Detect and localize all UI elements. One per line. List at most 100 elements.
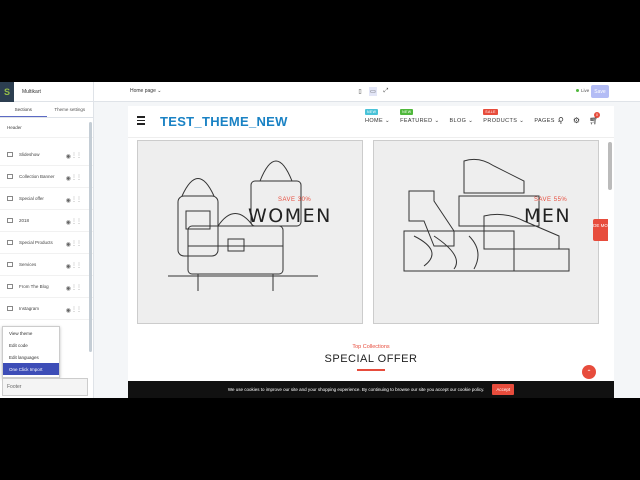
drag-handle-icon[interactable]: ⋮⋮ xyxy=(71,240,82,247)
chevron-down-icon: ⌄ xyxy=(519,118,525,124)
nav-label: FEATURED xyxy=(400,118,433,124)
chevron-down-icon: ⌄ xyxy=(157,88,162,94)
drag-handle-icon[interactable]: ⋮⋮ xyxy=(71,284,82,291)
sidebar-scrollbar[interactable] xyxy=(89,122,92,352)
nav-label: HOME xyxy=(365,118,384,124)
sidebar-tabs: Sections Theme settings xyxy=(0,102,93,118)
page-select-value: Home page xyxy=(130,88,156,94)
section-item-slideshow[interactable]: Slideshow ◉ ⋮⋮ xyxy=(0,144,93,166)
cart-count-badge: 0 xyxy=(594,112,600,118)
section-icon xyxy=(7,196,13,201)
search-icon[interactable]: ⚲ xyxy=(558,116,564,125)
nav-item-blog[interactable]: BLOG ⌄ xyxy=(449,118,473,124)
drag-handle-icon[interactable]: ⋮⋮ xyxy=(71,174,82,181)
nav-item-home[interactable]: NEW HOME ⌄ xyxy=(365,109,391,124)
drag-handle-icon[interactable]: ⋮⋮ xyxy=(71,262,82,269)
menu-item-view-theme[interactable]: View theme xyxy=(3,327,59,339)
page-select-dropdown[interactable]: Home page ⌄ xyxy=(130,88,161,94)
nav-label: BLOG xyxy=(449,118,467,124)
drag-handle-icon[interactable]: ⋮⋮ xyxy=(71,306,82,313)
section-item-instagram[interactable]: Instagram ◉ ⋮⋮ xyxy=(0,298,93,320)
nav-item-featured[interactable]: NEW FEATURED ⌄ xyxy=(400,109,440,124)
collection-banner-women[interactable]: SAVE 30% WOMEN xyxy=(137,140,363,324)
header-icons: ⚲ ⚙ 🛒︎ xyxy=(558,116,599,125)
chevron-down-icon: ⌄ xyxy=(434,118,440,124)
chevron-down-icon: ⌄ xyxy=(385,118,391,124)
chevron-down-icon: ⌄ xyxy=(468,118,474,124)
save-button[interactable]: Save xyxy=(591,85,609,98)
section-label: Services xyxy=(19,262,37,267)
section-icon xyxy=(7,152,13,157)
shopify-theme-editor: S Multikart Sections Theme settings Head… xyxy=(0,82,640,398)
section-icon xyxy=(7,174,13,179)
shoes-illustration xyxy=(403,158,570,272)
section-label: 2018 xyxy=(19,218,30,223)
nav-item-products[interactable]: SALE PRODUCTS ⌄ xyxy=(483,109,525,124)
section-label: Instagram xyxy=(19,306,40,311)
theme-actions-menu: View theme Edit code Edit languages One … xyxy=(2,326,60,378)
device-switcher: ▯ ▭ ⤢ xyxy=(356,87,390,96)
menu-item-edit-languages[interactable]: Edit languages xyxy=(3,351,59,363)
sidebar-footer-label: Footer xyxy=(7,384,22,390)
banner-discount: SAVE 55% xyxy=(534,197,568,203)
sidebar-header: S Multikart xyxy=(0,82,93,102)
drag-handle-icon[interactable]: ⋮⋮ xyxy=(71,152,82,159)
chevron-up-icon: ⌃ xyxy=(586,369,592,376)
nav-badge: SALE xyxy=(483,109,498,115)
section-item-from-the-blog[interactable]: From The Blog ◉ ⋮⋮ xyxy=(0,276,93,298)
section-title: SPECIAL OFFER xyxy=(324,353,418,365)
section-label: Special offer xyxy=(19,196,44,201)
section-item-special-offer[interactable]: Special offer ◉ ⋮⋮ xyxy=(0,188,93,210)
store-name: Multikart xyxy=(22,88,41,95)
status-badge: Live xyxy=(576,88,589,93)
mobile-icon[interactable]: ▯ xyxy=(356,87,364,96)
status-text: Live xyxy=(581,88,590,93)
section-item-2018[interactable]: 2018 ◉ ⋮⋮ xyxy=(0,210,93,232)
hamburger-icon[interactable] xyxy=(137,116,145,127)
fullscreen-icon[interactable]: ⤢ xyxy=(382,87,390,96)
live-dot-icon xyxy=(576,89,579,92)
drag-handle-icon[interactable]: ⋮⋮ xyxy=(71,196,82,203)
section-label: From The Blog xyxy=(19,284,49,289)
sidebar-footer-bar: Footer xyxy=(2,378,88,396)
section-icon xyxy=(7,262,13,267)
demo-tab[interactable]: DE MO xyxy=(593,219,608,241)
section-label: Special Products xyxy=(19,240,53,245)
nav-badge: NEW xyxy=(365,109,379,115)
collection-banner-men[interactable]: SAVE 55% MEN xyxy=(373,140,599,324)
section-icon xyxy=(7,240,13,245)
tab-sections[interactable]: Sections xyxy=(0,102,47,117)
main-nav: NEW HOME ⌄ NEW FEATURED ⌄ BLOG ⌄ SALE PR… xyxy=(365,109,562,124)
site-header: TEST_THEME_NEW NEW HOME ⌄ NEW FEATURED ⌄… xyxy=(128,106,614,138)
cookie-message: We use cookies to improve our site and y… xyxy=(227,387,485,392)
banner-title: MEN xyxy=(524,205,572,227)
banner-title: WOMEN xyxy=(248,205,332,227)
cookie-accept-button[interactable]: Accept xyxy=(492,384,515,395)
section-item-special-products[interactable]: Special Products ◉ ⋮⋮ xyxy=(0,232,93,254)
banner-discount: SAVE 30% xyxy=(278,197,312,203)
title-underline xyxy=(357,369,385,371)
bags-illustration xyxy=(168,160,318,291)
editor-topbar: Home page ⌄ ▯ ▭ ⤢ Live Save xyxy=(94,82,640,102)
section-subtitle: Top Collections xyxy=(352,344,390,350)
menu-item-one-click-import[interactable]: One Click Import xyxy=(3,363,59,375)
theme-preview: TEST_THEME_NEW NEW HOME ⌄ NEW FEATURED ⌄… xyxy=(128,106,614,398)
section-item-collection-banner[interactable]: Collection Banner ◉ ⋮⋮ xyxy=(0,166,93,188)
preview-scrollbar[interactable] xyxy=(608,142,612,190)
cookie-consent-bar: We use cookies to improve our site and y… xyxy=(128,381,614,398)
site-logo[interactable]: TEST_THEME_NEW xyxy=(160,114,288,129)
nav-label: PRODUCTS xyxy=(483,118,518,124)
nav-badge: NEW xyxy=(400,109,414,115)
menu-item-edit-code[interactable]: Edit code xyxy=(3,339,59,351)
nav-label: PAGES xyxy=(534,118,555,124)
section-item-services[interactable]: Services ◉ ⋮⋮ xyxy=(0,254,93,276)
drag-handle-icon[interactable]: ⋮⋮ xyxy=(71,218,82,225)
tab-theme-settings[interactable]: Theme settings xyxy=(47,102,94,117)
section-item-header[interactable]: Header xyxy=(0,118,93,138)
section-icon xyxy=(7,218,13,223)
gear-icon[interactable]: ⚙ xyxy=(573,116,580,125)
scroll-to-top-button[interactable]: ⌃ xyxy=(582,365,596,379)
section-icon xyxy=(7,284,13,289)
desktop-icon[interactable]: ▭ xyxy=(369,87,377,96)
shopify-logo-icon[interactable]: S xyxy=(0,82,14,102)
